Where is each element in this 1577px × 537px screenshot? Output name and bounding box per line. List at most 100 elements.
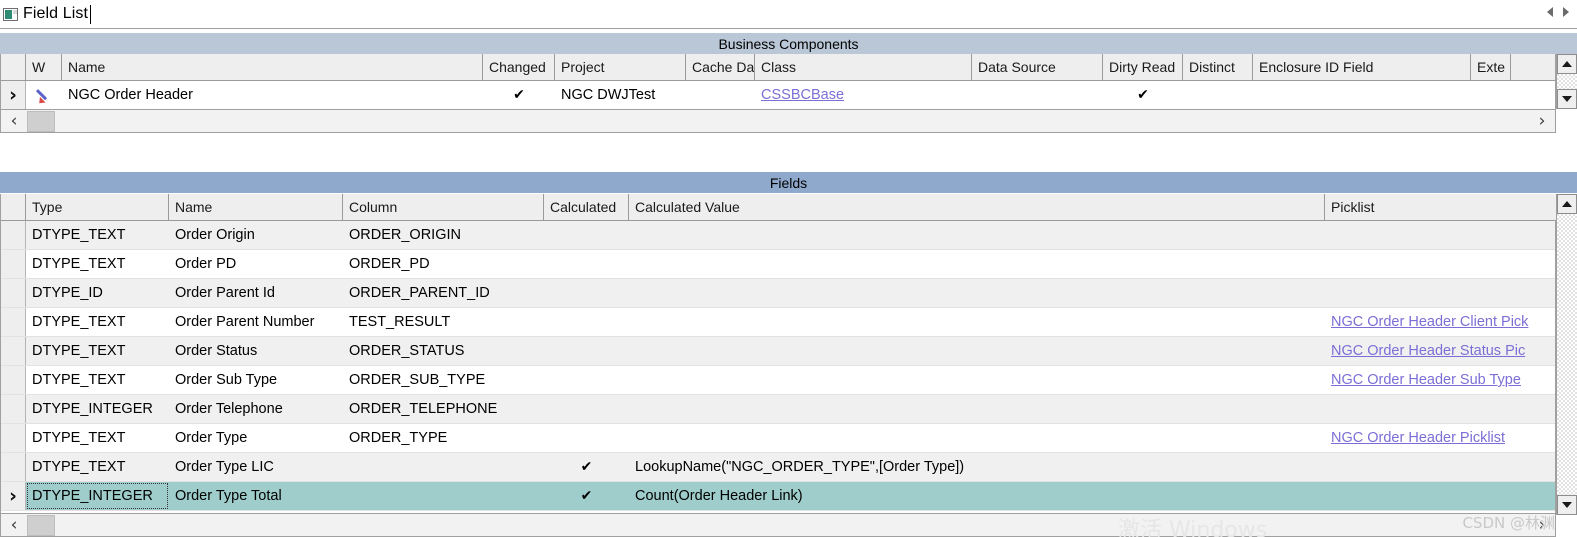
cell-name[interactable]: Order Type Total — [169, 482, 343, 510]
scroll-up-button[interactable] — [1557, 54, 1577, 74]
scroll-down-button[interactable] — [1557, 495, 1577, 515]
row-selector[interactable]: › — [1, 81, 26, 109]
field-row[interactable]: DTYPE_TEXT Order Type LIC ✔ LookupName("NGC… — [1, 453, 1555, 482]
cell-picklist[interactable]: NGC Order Header Client Pick — [1325, 308, 1557, 336]
cell-picklist[interactable] — [1325, 453, 1557, 481]
cell-name[interactable]: Order Type LIC — [169, 453, 343, 481]
cell-column[interactable]: ORDER_TELEPHONE — [343, 395, 544, 423]
business-components-column-header[interactable]: Changed — [483, 54, 555, 80]
cell-calculated-value[interactable] — [629, 424, 1325, 452]
business-components-header-gutter[interactable] — [1, 54, 26, 80]
fields-column-header[interactable]: Calculated — [544, 194, 629, 220]
cell-picklist[interactable] — [1325, 482, 1557, 510]
cell-type[interactable]: DTYPE_TEXT — [26, 424, 169, 452]
scroll-track[interactable] — [55, 110, 1529, 132]
cell-calculated-value[interactable] — [629, 366, 1325, 394]
row-selector[interactable] — [1, 453, 26, 481]
cell-calculated[interactable]: ✔ — [544, 453, 629, 481]
row-selector[interactable]: › — [1, 482, 26, 510]
scroll-thumb[interactable] — [27, 110, 55, 132]
cell-picklist[interactable] — [1325, 279, 1557, 307]
row-selector[interactable] — [1, 424, 26, 452]
w-cell[interactable] — [26, 81, 62, 109]
scroll-down-button[interactable] — [1557, 89, 1577, 109]
cell-calculated-value[interactable] — [629, 337, 1325, 365]
business-components-vscrollbar[interactable] — [1556, 54, 1577, 109]
cell-picklist[interactable]: NGC Order Header Picklist — [1325, 424, 1557, 452]
business-components-column-header[interactable]: Exte — [1471, 54, 1511, 80]
cell-column[interactable]: TEST_RESULT — [343, 308, 544, 336]
cell-enclosure-id-field[interactable] — [1253, 81, 1471, 109]
cell-name[interactable]: Order Origin — [169, 221, 343, 249]
cell-column[interactable]: ORDER_PARENT_ID — [343, 279, 544, 307]
row-selector[interactable] — [1, 337, 26, 365]
business-components-column-header[interactable]: Dirty Read — [1103, 54, 1183, 80]
cell-external[interactable] — [1471, 81, 1511, 109]
cell-type[interactable]: DTYPE_TEXT — [26, 308, 169, 336]
cell-picklist[interactable]: NGC Order Header Sub Type — [1325, 366, 1557, 394]
business-components-column-header[interactable]: Name — [62, 54, 483, 80]
cell-cache-data[interactable] — [686, 81, 755, 109]
fields-vscrollbar[interactable] — [1556, 194, 1577, 515]
business-component-row[interactable]: › NGC Order Header ✔ NGC DWJTest CSSBCBase ✔ — [1, 81, 1555, 110]
cell-picklist[interactable] — [1325, 250, 1557, 278]
fields-column-header[interactable]: Type — [26, 194, 169, 220]
business-components-column-header[interactable]: Distinct — [1183, 54, 1253, 80]
cell-name[interactable]: Order Type — [169, 424, 343, 452]
picklist-link[interactable]: NGC Order Header Client Pick — [1331, 314, 1528, 330]
scroll-thumb[interactable] — [27, 514, 55, 536]
cell-calculated-value[interactable] — [629, 279, 1325, 307]
cell-type[interactable]: DTYPE_TEXT — [26, 453, 169, 481]
business-components-column-header[interactable]: Data Source — [972, 54, 1103, 80]
scroll-up-button[interactable] — [1557, 194, 1577, 214]
cell-calculated-value[interactable] — [629, 308, 1325, 336]
cell-type[interactable]: DTYPE_TEXT — [26, 221, 169, 249]
scroll-track[interactable] — [55, 514, 1529, 536]
cell-calculated[interactable] — [544, 424, 629, 452]
cell-distinct[interactable] — [1183, 81, 1253, 109]
cell-calculated-value[interactable] — [629, 221, 1325, 249]
cell-name[interactable]: Order Telephone — [169, 395, 343, 423]
field-row[interactable]: DTYPE_TEXT Order Type ORDER_TYPE NGC Order … — [1, 424, 1555, 453]
picklist-link[interactable]: NGC Order Header Sub Type — [1331, 372, 1521, 388]
cell-calculated-value[interactable]: Count(Order Header Link) — [629, 482, 1325, 510]
business-components-column-header[interactable]: Project — [555, 54, 686, 80]
row-selector[interactable] — [1, 308, 26, 336]
cell-data-source[interactable] — [972, 81, 1103, 109]
cell-calculated[interactable] — [544, 337, 629, 365]
fields-column-header[interactable]: Column — [343, 194, 544, 220]
cell-calculated-value[interactable] — [629, 395, 1325, 423]
business-components-column-header[interactable]: Cache Da — [686, 54, 755, 80]
scroll-track[interactable] — [1557, 214, 1577, 495]
row-selector[interactable] — [1, 221, 26, 249]
cell-picklist[interactable] — [1325, 221, 1557, 249]
cell-column[interactable]: ORDER_STATUS — [343, 337, 544, 365]
row-selector[interactable] — [1, 395, 26, 423]
field-row[interactable]: DTYPE_TEXT Order PD ORDER_PD — [1, 250, 1555, 279]
field-row[interactable]: DTYPE_TEXT Order Sub Type ORDER_SUB_TYPE NG… — [1, 366, 1555, 395]
field-row[interactable]: DTYPE_TEXT Order Parent Number TEST_RESULT… — [1, 308, 1555, 337]
cell-dirty-read[interactable]: ✔ — [1103, 81, 1183, 109]
cell-picklist[interactable] — [1325, 395, 1557, 423]
cell-name[interactable]: Order Status — [169, 337, 343, 365]
scroll-left-button[interactable]: ‹ — [1, 514, 27, 536]
nav-next-icon[interactable] — [1563, 7, 1569, 17]
field-row[interactable]: DTYPE_INTEGER Order Telephone ORDER_TELEPH… — [1, 395, 1555, 424]
scroll-right-button[interactable]: › — [1529, 514, 1555, 536]
cell-name[interactable]: Order PD — [169, 250, 343, 278]
cell-name[interactable]: Order Parent Number — [169, 308, 343, 336]
field-row[interactable]: DTYPE_ID Order Parent Id ORDER_PARENT_ID — [1, 279, 1555, 308]
cell-type[interactable]: DTYPE_TEXT — [26, 250, 169, 278]
cell-calculated[interactable]: ✔ — [544, 482, 629, 510]
field-row[interactable]: › DTYPE_INTEGER Order Type Total ✔ Count(Ord… — [1, 482, 1555, 511]
cell-calculated[interactable] — [544, 308, 629, 336]
scroll-track[interactable] — [1557, 74, 1577, 89]
class-link[interactable]: CSSBCBase — [761, 87, 844, 103]
business-components-column-header[interactable]: W — [26, 54, 62, 80]
cell-changed[interactable]: ✔ — [483, 81, 555, 109]
row-selector[interactable] — [1, 366, 26, 394]
cell-calculated[interactable] — [544, 250, 629, 278]
scroll-left-button[interactable]: ‹ — [1, 110, 27, 132]
cell-calculated[interactable] — [544, 366, 629, 394]
cell-column[interactable] — [343, 482, 544, 510]
